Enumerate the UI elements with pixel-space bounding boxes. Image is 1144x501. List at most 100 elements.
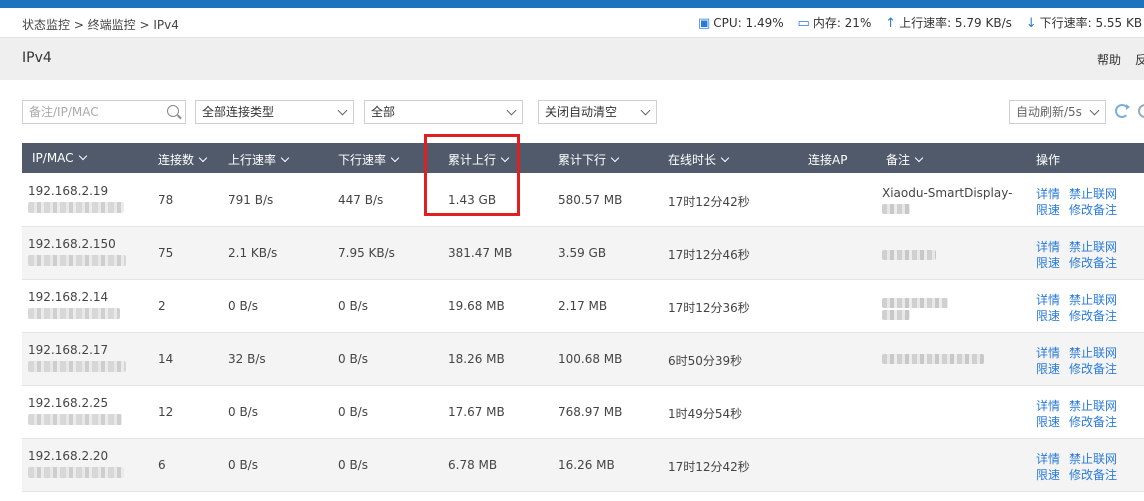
search-icon[interactable] (167, 105, 179, 117)
status-bar: 状态监控 > 终端监控 > IPv4 ▣ CPU: 1.49% ▭ 内存: 21% … (0, 8, 1144, 38)
edit-note-link[interactable]: 修改备注 (1069, 466, 1117, 483)
block-network-link[interactable]: 禁止联网 (1069, 344, 1117, 361)
ip-address: 192.168.2.19 (28, 184, 109, 198)
upload-rate-cell: 0 B/s (228, 458, 258, 472)
ip-address: 192.168.2.14 (28, 290, 109, 304)
table-row: 192.168.2.14 2 0 B/s 0 B/s 19.68 MB 2.17 MB 17… (22, 280, 1144, 333)
auto-clear-select[interactable]: 关闭自动清空 (538, 100, 657, 124)
auto-refresh-value: 自动刷新/5s (1016, 105, 1082, 119)
download-rate-cell: 7.95 KB/s (338, 246, 395, 260)
arrow-down-icon: ↓ (1025, 16, 1037, 31)
column-ipmac-label: IP/MAC (32, 151, 74, 165)
total-upload-cell: 6.78 MB (448, 458, 498, 472)
column-note-label: 备注 (886, 153, 911, 167)
help-link[interactable]: 帮助 (1097, 51, 1121, 68)
total-download-cell: 100.68 MB (558, 352, 623, 366)
upload-rate-cell: 32 B/s (228, 352, 266, 366)
column-online-time[interactable]: 在线时长 (668, 151, 730, 168)
upload-value: 上行速率: 5.79 KB/s (899, 16, 1012, 30)
table-row: 192.168.2.17 14 32 B/s 0 B/s 18.26 MB 100.68 … (22, 333, 1144, 386)
memory-stat: ▭ 内存: 21% (798, 14, 872, 31)
column-total-download[interactable]: 累计下行 (558, 151, 620, 168)
block-network-link[interactable]: 禁止联网 (1069, 450, 1117, 467)
connections-cell: 12 (158, 405, 174, 419)
ip-address: 192.168.2.25 (28, 396, 109, 410)
rate-limit-link[interactable]: 限速 (1036, 201, 1060, 218)
total-download-cell: 2.17 MB (558, 299, 608, 313)
column-upload-rate[interactable]: 上行速率 (228, 151, 290, 168)
column-connections[interactable]: 连接数 (158, 151, 208, 168)
total-upload-cell: 381.47 MB (448, 246, 513, 260)
sort-icon (720, 153, 730, 163)
download-stat: ↓ 下行速率: 5.55 KB (1026, 14, 1142, 31)
column-operations: 操作 (1036, 151, 1060, 168)
block-network-link[interactable]: 禁止联网 (1069, 185, 1117, 202)
auto-clear-value: 关闭自动清空 (545, 105, 618, 119)
sort-icon (610, 153, 620, 163)
column-upload-rate-label: 上行速率 (228, 153, 277, 167)
scope-select[interactable]: 全部 (364, 100, 523, 124)
sort-icon (78, 151, 87, 161)
scope-value: 全部 (371, 105, 396, 119)
upload-rate-cell: 0 B/s (228, 405, 258, 419)
chip-icon: ▣ (698, 16, 711, 31)
refresh-icon[interactable] (1115, 104, 1130, 118)
auto-refresh-select[interactable]: 自动刷新/5s (1009, 100, 1106, 124)
block-network-link[interactable]: 禁止联网 (1069, 397, 1117, 414)
block-network-link[interactable]: 禁止联网 (1069, 238, 1117, 255)
detail-link[interactable]: 详情 (1036, 185, 1060, 202)
download-rate-cell: 0 B/s (338, 458, 368, 472)
rate-limit-link[interactable]: 限速 (1036, 254, 1060, 271)
connection-type-select[interactable]: 全部连接类型 (195, 100, 354, 124)
search-input[interactable]: 备注/IP/MAC (22, 100, 186, 124)
connections-cell: 75 (158, 246, 174, 260)
top-accent-bar (0, 0, 1144, 8)
edit-note-link[interactable]: 修改备注 (1069, 360, 1117, 377)
breadcrumb[interactable]: 状态监控 > 终端监控 > IPv4 (22, 16, 179, 33)
connections-cell: 2 (158, 299, 166, 313)
table-row: 192.168.2.19 78 791 B/s 447 B/s 1.43 GB 580.5… (22, 174, 1144, 227)
column-online-time-label: 在线时长 (668, 153, 717, 167)
edit-note-link[interactable]: 修改备注 (1069, 307, 1117, 324)
detail-link[interactable]: 详情 (1036, 344, 1060, 361)
column-ipmac[interactable]: IP/MAC (32, 151, 87, 165)
block-network-link[interactable]: 禁止联网 (1069, 291, 1117, 308)
arrow-up-icon: ↑ (885, 16, 897, 31)
detail-link[interactable]: 详情 (1036, 238, 1060, 255)
filter-bar: 备注/IP/MAC 全部连接类型 全部 关闭自动清空 自动刷新/5s (0, 80, 1144, 142)
upload-stat: ↑ 上行速率: 5.79 KB/s (885, 14, 1012, 31)
connections-cell: 6 (158, 458, 166, 472)
column-ap: 连接AP (808, 151, 847, 168)
note-redacted (882, 298, 948, 308)
rate-limit-link[interactable]: 限速 (1036, 413, 1060, 430)
note-redacted (882, 310, 910, 320)
upload-rate-cell: 0 B/s (228, 299, 258, 313)
download-rate-cell: 0 B/s (338, 352, 368, 366)
detail-link[interactable]: 详情 (1036, 397, 1060, 414)
sort-icon (198, 153, 208, 163)
mac-address-redacted (28, 202, 124, 213)
column-download-rate[interactable]: 下行速率 (338, 151, 400, 168)
sort-icon (280, 153, 290, 163)
mac-address-redacted (28, 361, 126, 372)
edit-note-link[interactable]: 修改备注 (1069, 413, 1117, 430)
connections-cell: 14 (158, 352, 174, 366)
feedback-link[interactable]: 反 (1135, 51, 1144, 68)
detail-link[interactable]: 详情 (1036, 450, 1060, 467)
rate-limit-link[interactable]: 限速 (1036, 307, 1060, 324)
ip-address: 192.168.2.20 (28, 449, 109, 463)
download-rate-cell: 0 B/s (338, 405, 368, 419)
column-connections-label: 连接数 (158, 153, 195, 167)
detail-link[interactable]: 详情 (1036, 291, 1060, 308)
upload-rate-cell: 2.1 KB/s (228, 246, 278, 260)
rate-limit-link[interactable]: 限速 (1036, 466, 1060, 483)
mac-address-redacted (28, 467, 124, 478)
edit-note-link[interactable]: 修改备注 (1069, 201, 1117, 218)
download-rate-cell: 0 B/s (338, 299, 368, 313)
column-note[interactable]: 备注 (886, 151, 924, 168)
note-redacted (882, 250, 936, 260)
note-redacted (882, 354, 984, 364)
rate-limit-link[interactable]: 限速 (1036, 360, 1060, 377)
note-redacted (882, 204, 910, 214)
edit-note-link[interactable]: 修改备注 (1069, 254, 1117, 271)
